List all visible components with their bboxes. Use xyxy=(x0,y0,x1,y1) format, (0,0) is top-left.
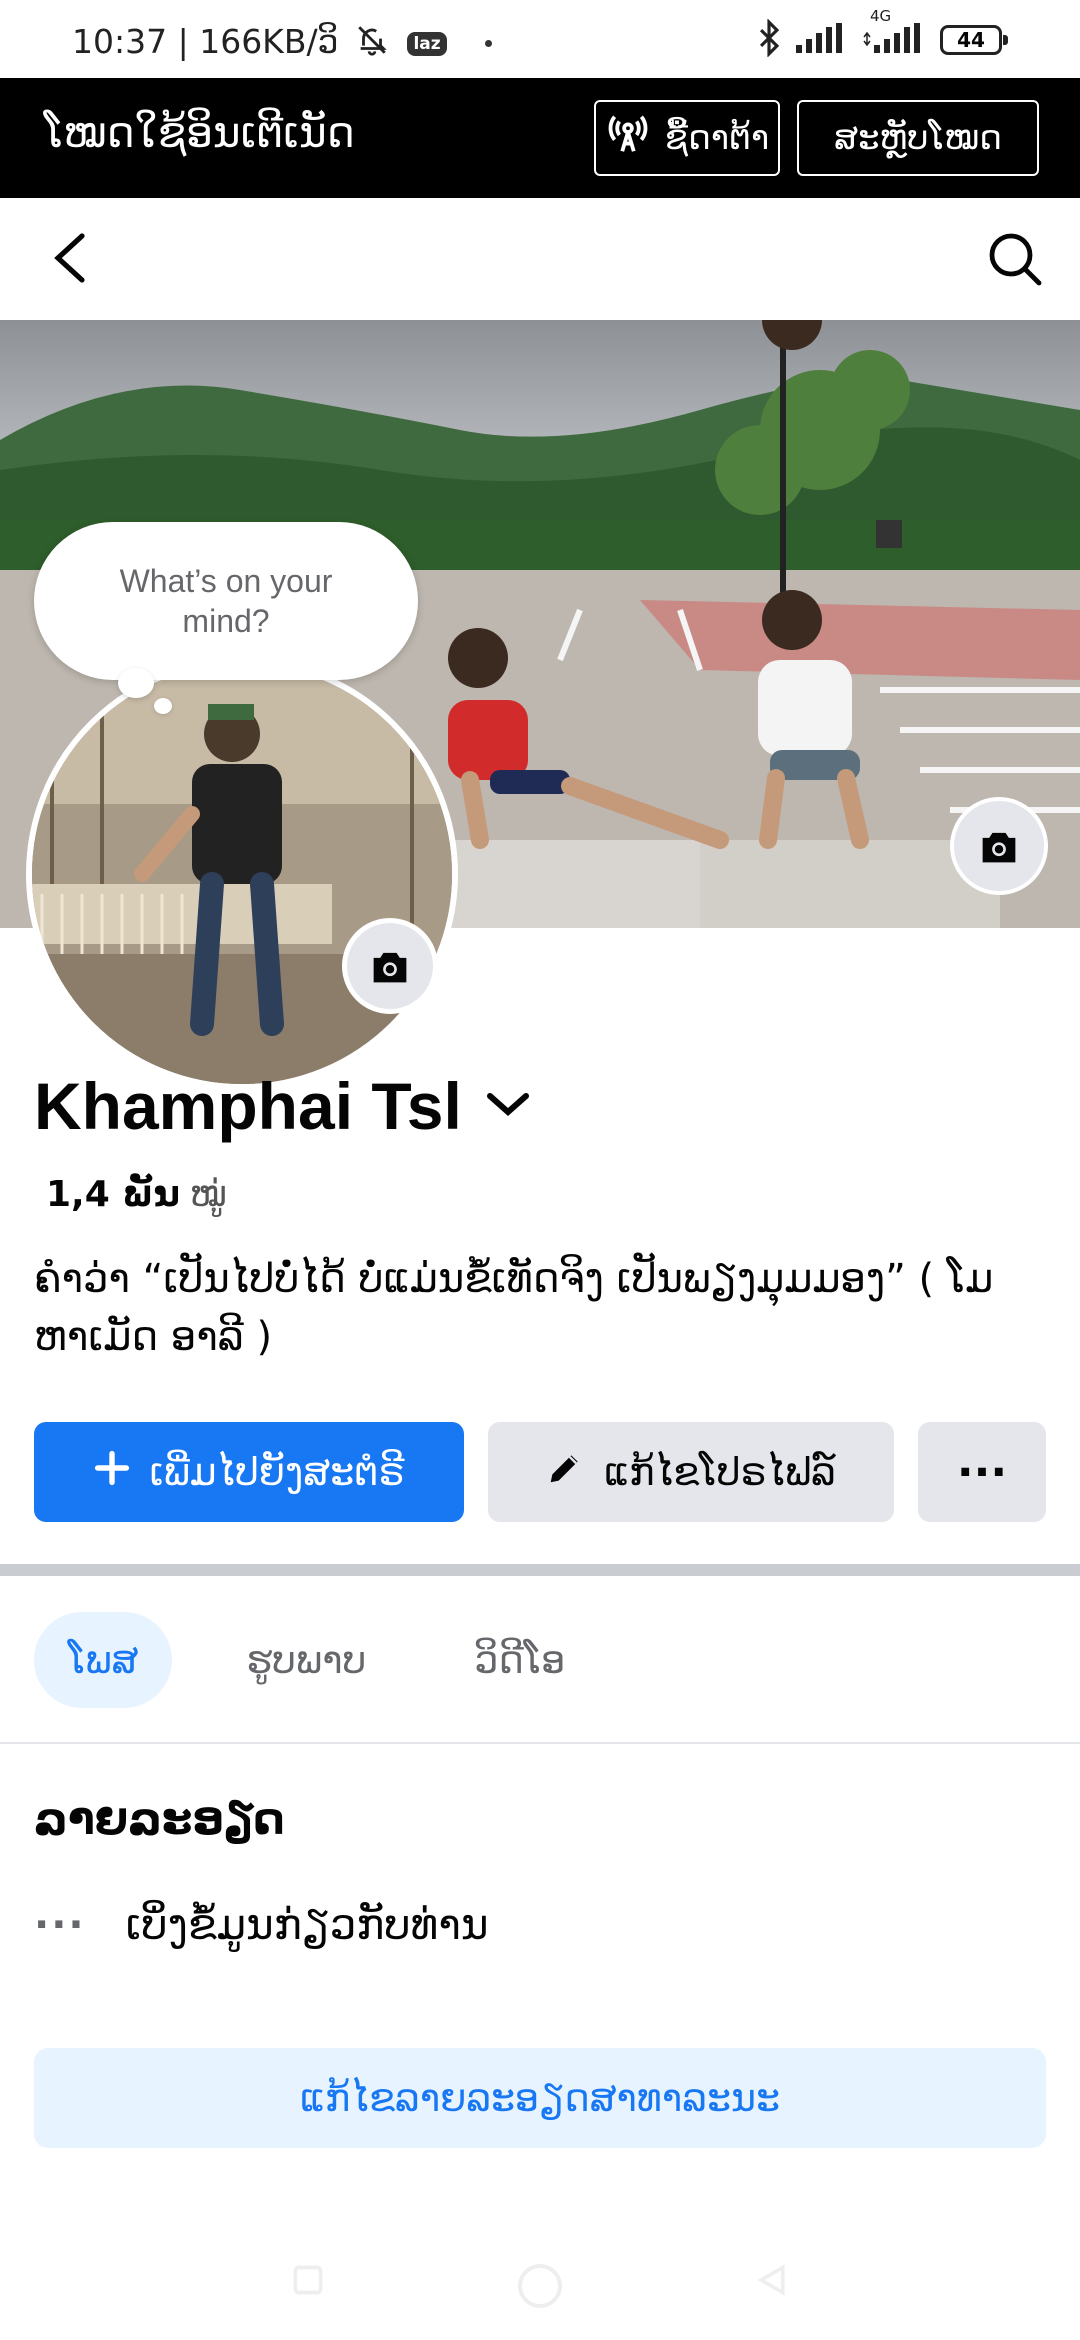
status-bar: 10:37 | 166KB/ວິ laz 4G 44 xyxy=(0,0,1080,78)
bluetooth-icon xyxy=(756,18,782,61)
add-to-story-button[interactable]: ເພີ່ມໄປຍັງສະຕໍຣີ xyxy=(34,1422,464,1522)
friends-count-row[interactable]: 1,4 ພັນ ໝູ່ xyxy=(46,1174,227,1215)
edit-profile-button[interactable]: ແກ້ໄຂໂປຣໄຟລ໌ xyxy=(488,1422,894,1522)
switch-mode-label: ສະຫຼັບໂໝດ xyxy=(834,118,1002,158)
back-icon[interactable] xyxy=(40,228,100,288)
chevron-down-icon[interactable] xyxy=(484,1089,532,1123)
add-to-story-label: ເພີ່ມໄປຍັງສະຕໍຣີ xyxy=(149,1450,405,1494)
profile-name: Khamphai Tsl xyxy=(34,1069,462,1143)
tab-photos-label: ຮູບພາບ xyxy=(246,1638,367,1682)
status-time-network: 10:37 | 166KB/ວິ xyxy=(72,22,339,61)
mute-bell-icon xyxy=(355,23,389,65)
status-left: 10:37 | 166KB/ວິ laz xyxy=(72,22,493,65)
system-navigation-bar xyxy=(0,2240,1080,2340)
more-options-label: ··· xyxy=(956,1446,1008,1498)
tab-videos-label: ວິດີໂອ xyxy=(474,1638,566,1682)
bubble-tail-large xyxy=(118,668,154,698)
recents-icon[interactable] xyxy=(290,2262,326,2302)
search-icon[interactable] xyxy=(984,228,1046,290)
edit-public-details-button[interactable]: ແກ້ໄຂລາຍລະອຽດສາທາລະນະ xyxy=(34,2048,1046,2148)
pencil-icon xyxy=(546,1449,584,1496)
notification-dot xyxy=(485,40,493,47)
tab-posts[interactable]: ໂພສ xyxy=(34,1612,173,1708)
profile-name-row[interactable]: Khamphai Tsl xyxy=(34,1068,532,1144)
switch-mode-button[interactable]: ສະຫຼັບໂໝດ xyxy=(797,100,1039,176)
tab-videos[interactable]: ວິດີໂອ xyxy=(440,1612,599,1708)
profile-avatar[interactable] xyxy=(26,658,458,1090)
back-nav-icon[interactable] xyxy=(754,2262,790,2302)
tab-photos[interactable]: ຮູບພາບ xyxy=(212,1612,400,1708)
data-mode-bar: ໂໝດໃຊ້ອິນເຕີເນັດ ຊື້ດາຕ້າ ສະຫຼັບໂໝດ xyxy=(0,78,1080,198)
laz-app-badge: laz xyxy=(407,31,447,56)
status-right: 4G 44 xyxy=(756,7,1008,62)
friends-label: ໝູ່ xyxy=(189,1174,227,1215)
see-about-info-label: ເບິ່ງຂໍ້ມູນກ່ຽວກັບທ່ານ xyxy=(125,1900,489,1949)
details-heading: ລາຍລະອຽດ xyxy=(34,1794,285,1845)
bubble-tail-small xyxy=(154,698,172,714)
antenna-icon xyxy=(605,111,651,166)
home-icon[interactable] xyxy=(516,2262,564,2314)
signal-icon xyxy=(796,23,848,57)
profile-tabs: ໂພສ ຮູບພາບ ວິດີໂອ xyxy=(34,1612,599,1708)
battery-indicator: 44 xyxy=(940,25,1008,55)
tab-posts-label: ໂພສ xyxy=(68,1638,139,1682)
thought-bubble-text: What’s on your mind? xyxy=(119,563,333,639)
buy-data-button[interactable]: ຊື້ດາຕ້າ xyxy=(594,100,780,176)
edit-profile-label: ແກ້ໄຂໂປຣໄຟລ໌ xyxy=(604,1450,836,1494)
thought-bubble[interactable]: What’s on your mind? xyxy=(34,522,418,680)
profile-bio: ຄຳວ່າ “ເປັນໄປບໍ່ໄດ້ ບໍ່ແມ່ນຂໍ້ເທັດຈິງ ເປ… xyxy=(34,1256,994,1360)
edit-public-details-label: ແກ້ໄຂລາຍລະອຽດສາທາລະນະ xyxy=(299,2076,781,2120)
more-dots-icon: ··· xyxy=(34,1901,86,1948)
network-type-label: 4G xyxy=(870,7,892,25)
mode-title: ໂໝດໃຊ້ອິນເຕີເນັດ xyxy=(44,108,355,157)
section-divider xyxy=(0,1564,1080,1576)
plus-icon xyxy=(94,1450,130,1495)
avatar-camera-icon[interactable] xyxy=(342,918,438,1014)
signal-4g-icon: 4G xyxy=(862,7,926,57)
battery-level: 44 xyxy=(957,28,985,52)
see-about-info-row[interactable]: ··· ເບິ່ງຂໍ້ມູນກ່ຽວກັບທ່ານ xyxy=(34,1900,489,1949)
more-options-button[interactable]: ··· xyxy=(918,1422,1046,1522)
friends-count: 1,4 ພັນ xyxy=(46,1174,180,1215)
profile-nav-bar xyxy=(0,198,1080,321)
buy-data-label: ຊື້ດາຕ້າ xyxy=(664,118,770,158)
cover-camera-icon[interactable] xyxy=(950,797,1048,895)
tabs-divider xyxy=(0,1742,1080,1744)
